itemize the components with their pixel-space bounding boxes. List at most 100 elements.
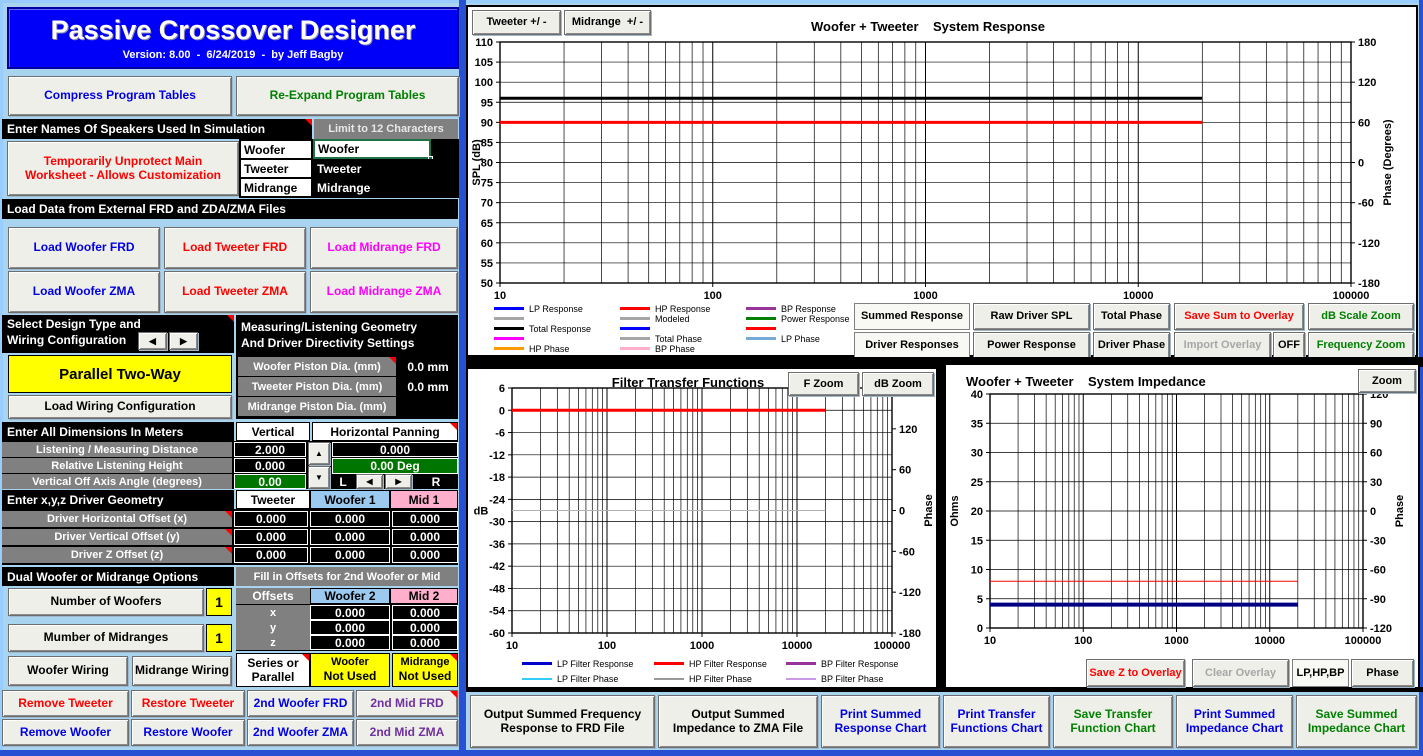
number-of-woofers-value[interactable]: 1 [206, 588, 232, 616]
midrange-piston-value[interactable] [398, 397, 458, 416]
impedance-zoom-button[interactable]: Zoom [1358, 369, 1416, 393]
midrange-wiring-button[interactable]: Midrange Wiring [132, 656, 232, 686]
compress-tables-button[interactable]: Compress Program Tables [8, 76, 232, 116]
unprotect-worksheet-button[interactable]: Temporarily Unprotect Main Worksheet - A… [7, 141, 239, 196]
svg-text:-54: -54 [489, 606, 506, 618]
reexpand-tables-button[interactable]: Re-Expand Program Tables [236, 76, 459, 116]
driver-phase-button[interactable]: Driver Phase [1093, 332, 1170, 359]
impedance-phase-button[interactable]: Phase [1351, 659, 1414, 687]
legend-swatch [654, 678, 684, 680]
load-midrange-zma-button[interactable]: Load Midrange ZMA [310, 271, 458, 313]
db-scale-zoom-button[interactable]: dB Scale Zoom [1308, 303, 1414, 330]
horizontal-panning-header: Horizontal Panning [312, 422, 458, 441]
pan-right-button[interactable]: ▶ [385, 474, 412, 489]
save-z-to-overlay-button[interactable]: Save Z to Overlay [1086, 659, 1185, 687]
woofer-wiring-button[interactable]: Woofer Wiring [8, 656, 128, 686]
print-transfer-functions-button[interactable]: Print Transfer Functions Chart [943, 695, 1050, 748]
svg-text:65: 65 [481, 218, 493, 230]
number-of-midranges-button[interactable]: Mumber of Midranges [8, 624, 204, 652]
remove-tweeter-button[interactable]: Remove Tweeter [2, 690, 129, 717]
offset-y-mid1[interactable]: 0.000 [392, 529, 458, 545]
legend-swatch [494, 317, 524, 320]
second-mid-zma-button[interactable]: 2nd Mid ZMA [356, 719, 458, 746]
midrange-level-button[interactable]: Midrange +/ - [564, 10, 651, 35]
offset2-x-mid2[interactable]: 0.000 [392, 605, 458, 620]
design-prev-button[interactable]: ◀ [138, 332, 167, 350]
woofer-piston-value[interactable]: 0.0 mm [398, 357, 458, 376]
overlay-off-button[interactable]: OFF [1273, 332, 1305, 359]
total-phase-button[interactable]: Total Phase [1093, 303, 1170, 330]
f-zoom-button[interactable]: F Zoom [788, 372, 859, 396]
restore-tweeter-button[interactable]: Restore Tweeter [131, 690, 245, 717]
load-wiring-config-button[interactable]: Load Wiring Configuration [8, 395, 232, 419]
offset2-x-woofer2[interactable]: 0.000 [310, 605, 390, 620]
legend-label: BP Response [781, 304, 836, 314]
power-response-button[interactable]: Power Response [973, 332, 1090, 359]
woofer-not-used-cell[interactable]: Woofer Not Used [310, 653, 390, 687]
series-parallel-cell[interactable]: Series or Parallel [236, 653, 310, 687]
tweeter-piston-value[interactable]: 0.0 mm [398, 377, 458, 396]
second-mid-frd-button[interactable]: 2nd Mid FRD [356, 690, 458, 717]
offset2-y-woofer2[interactable]: 0.000 [310, 620, 390, 635]
frequency-zoom-button[interactable]: Frequency Zoom [1308, 332, 1414, 359]
lp-hp-bp-button[interactable]: LP,HP,BP [1292, 659, 1349, 687]
db-zoom-button[interactable]: dB Zoom [862, 372, 934, 396]
off-axis-angle-value[interactable]: 0.00 [234, 474, 306, 489]
offset-y-woofer1[interactable]: 0.000 [310, 529, 390, 545]
offset2-y-mid2[interactable]: 0.000 [392, 620, 458, 635]
output-frd-button[interactable]: Output Summed Frequency Response to FRD … [470, 695, 655, 748]
pan-left-label: L [332, 475, 354, 489]
offset-z-mid1[interactable]: 0.000 [392, 547, 458, 563]
woofer-name-cell[interactable]: Woofer [313, 139, 431, 159]
restore-woofer-button[interactable]: Restore Woofer [131, 719, 245, 746]
load-tweeter-frd-button[interactable]: Load Tweeter FRD [164, 227, 306, 269]
remove-woofer-button[interactable]: Remove Woofer [2, 719, 129, 746]
design-next-button[interactable]: ▶ [169, 332, 198, 350]
vertical-spin-down-button[interactable]: ▼ [308, 466, 330, 489]
driver-responses-tab[interactable]: Driver Responses [854, 332, 970, 359]
offset2-z-woofer2[interactable]: 0.000 [310, 635, 390, 650]
midrange-name-cell[interactable]: Midrange [313, 178, 458, 197]
offset-x-mid1[interactable]: 0.000 [392, 511, 458, 527]
listening-distance-value[interactable]: 2.000 [234, 442, 306, 457]
load-woofer-frd-button[interactable]: Load Woofer FRD [8, 227, 160, 269]
save-summed-impedance-button[interactable]: Save Summed Impedance Chart [1296, 695, 1417, 748]
save-sum-to-overlay-button[interactable]: Save Sum to Overlay [1174, 303, 1304, 330]
tweeter-name-cell[interactable]: Tweeter [313, 159, 458, 178]
legend-label: Modeled [655, 314, 690, 324]
offset-z-tweeter[interactable]: 0.000 [234, 547, 308, 563]
offset2-z-mid2[interactable]: 0.000 [392, 635, 458, 650]
horizontal-panning-value[interactable]: 0.000 [332, 442, 458, 457]
pan-left-button[interactable]: ◀ [356, 474, 383, 489]
number-of-woofers-button[interactable]: Number of Woofers [8, 588, 204, 616]
clear-overlay-button[interactable]: Clear Overlay [1192, 659, 1289, 687]
load-midrange-frd-button[interactable]: Load Midrange FRD [310, 227, 458, 269]
offset-z-woofer1[interactable]: 0.000 [310, 547, 390, 563]
legend-swatch [786, 678, 816, 680]
second-woofer-frd-button[interactable]: 2nd Woofer FRD [247, 690, 354, 717]
design-type-cell[interactable]: Parallel Two-Way [8, 355, 232, 393]
import-overlay-button[interactable]: Import Overlay [1174, 332, 1271, 359]
raw-driver-spl-button[interactable]: Raw Driver SPL [973, 303, 1090, 330]
offset-x-woofer1[interactable]: 0.000 [310, 511, 390, 527]
svg-text:dB: dB [474, 506, 489, 518]
midrange-not-used-cell[interactable]: Midrange Not Used [392, 653, 458, 687]
offset-x-tweeter[interactable]: 0.000 [234, 511, 308, 527]
summed-response-tab[interactable]: Summed Response [854, 303, 970, 330]
number-of-midranges-value[interactable]: 1 [206, 624, 232, 652]
legend-label: HP Filter Response [689, 659, 767, 669]
print-summed-response-button[interactable]: Print Summed Response Chart [821, 695, 940, 748]
offset-y-tweeter[interactable]: 0.000 [234, 529, 308, 545]
load-tweeter-zma-button[interactable]: Load Tweeter ZMA [164, 271, 306, 313]
second-woofer-zma-button[interactable]: 2nd Woofer ZMA [247, 719, 354, 746]
xyz-header-mid1: Mid 1 [390, 490, 458, 509]
listening-height-value[interactable]: 0.000 [234, 458, 306, 473]
tweeter-level-button[interactable]: Tweeter +/ - [472, 10, 561, 35]
svg-text:90: 90 [1370, 418, 1382, 430]
load-woofer-zma-button[interactable]: Load Woofer ZMA [8, 271, 160, 313]
legend-swatch [746, 317, 776, 320]
vertical-spin-up-button[interactable]: ▲ [308, 442, 330, 465]
print-summed-impedance-button[interactable]: Print Summed Impedance Chart [1176, 695, 1293, 748]
output-zma-button[interactable]: Output Summed Impedance to ZMA File [658, 695, 818, 748]
save-transfer-function-button[interactable]: Save Transfer Function Chart [1053, 695, 1173, 748]
